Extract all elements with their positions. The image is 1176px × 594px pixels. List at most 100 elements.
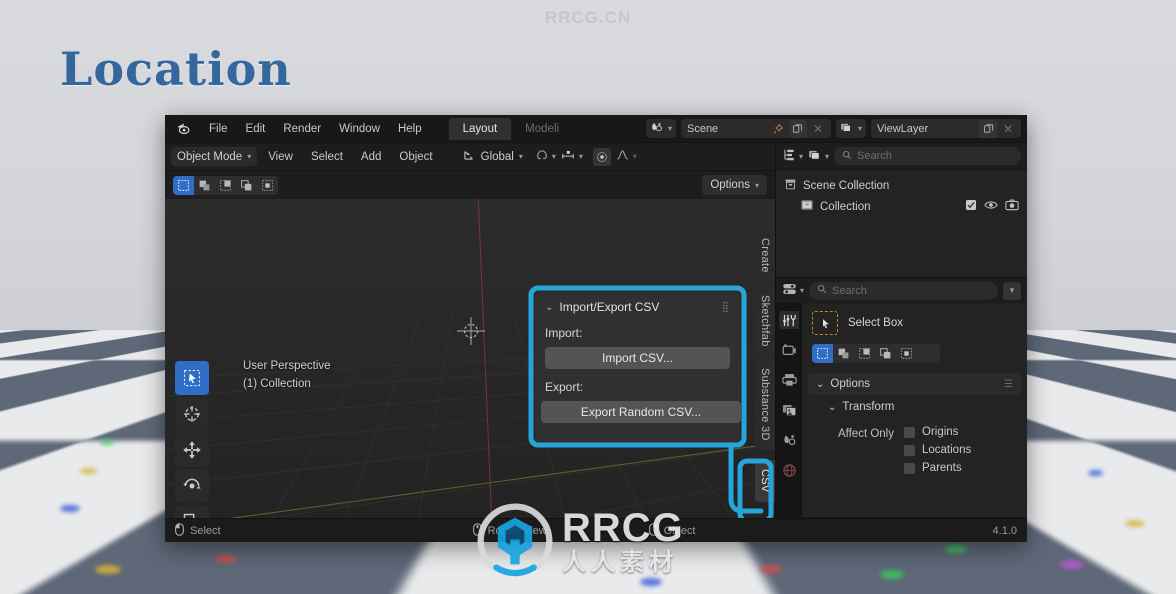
select-box-dashed-icon[interactable] [812,311,838,335]
properties-tab-viewlayer[interactable] [779,401,799,419]
chevron-down-icon: ▾ [667,124,672,133]
affect-only-parents[interactable]: Parents [904,462,971,474]
chevron-down-icon[interactable]: ▾ [519,152,523,161]
menu-window[interactable]: Window [330,120,389,138]
properties-editor-icon[interactable] [782,282,797,299]
checkbox-checked-icon[interactable] [965,199,977,214]
export-random-csv-button[interactable]: Export Random CSV... [541,401,741,423]
options-section-header[interactable]: ⌄ Options ☰ [808,373,1021,395]
copy-icon[interactable] [979,119,997,138]
viewport-canvas[interactable]: User Perspective (1) Collection Create S… [165,199,775,518]
orientation-value[interactable]: Global [481,151,514,163]
outliner-row-scene-collection[interactable]: Scene Collection [776,176,1027,196]
blender-logo-icon[interactable] [176,121,191,136]
properties-select-mode-group[interactable] [812,344,940,363]
prop-select-mode-extend[interactable] [833,344,854,363]
properties-tab-scene[interactable] [779,431,799,449]
scene-selector[interactable]: ▾ [645,119,676,138]
menu-file[interactable]: File [200,120,237,138]
menu-help[interactable]: Help [389,120,431,138]
affect-only-label: Affect Only [837,428,894,440]
chevron-down-icon[interactable]: ▾ [799,152,803,161]
object-mode-dropdown[interactable]: Object Mode ▾ [171,147,258,166]
tool-cursor[interactable] [175,397,209,431]
menu-render[interactable]: Render [274,120,330,138]
chevron-down-icon[interactable]: ▾ [633,152,637,161]
menu-edit[interactable]: Edit [237,120,275,138]
viewlayer-name-field[interactable]: ViewLayer ✕ [871,119,1021,138]
csv-panel-header[interactable]: ⌄ Import/Export CSV ⣿ [545,300,730,314]
grip-icon[interactable]: ☰ [1004,379,1013,390]
floor-speck [945,545,967,553]
eye-icon[interactable] [984,199,998,214]
select-mode-intersect[interactable] [257,176,278,195]
select-mode-group[interactable] [173,175,278,195]
checkbox-icon[interactable] [904,426,915,438]
properties-tab-render[interactable] [779,341,799,359]
chevron-down-icon[interactable]: ▾ [825,152,829,161]
select-mode-invert[interactable] [236,176,257,195]
properties-tab-output[interactable] [779,371,799,389]
select-mode-extend[interactable] [194,176,215,195]
properties-tab-tool[interactable] [779,311,799,329]
viewport-options-label: Options [710,179,750,191]
outliner-search-placeholder: Search [857,150,892,162]
import-csv-button[interactable]: Import CSV... [545,347,730,369]
viewport-options-dropdown[interactable]: Options ▾ [702,175,767,195]
select-mode-new[interactable] [173,175,194,195]
scene-name-field[interactable]: Scene ✕ [680,119,831,138]
tool-rotate[interactable] [175,469,209,503]
chevron-down-icon[interactable]: ▾ [552,152,556,161]
prop-select-mode-intersect[interactable] [896,344,917,363]
viewport-menu-add[interactable]: Add [354,148,388,166]
transform-subsection-header[interactable]: ⌄ Transform [808,396,1021,418]
select-mode-subtract[interactable] [215,176,236,195]
close-icon[interactable]: ✕ [809,120,827,138]
viewport-menu-object[interactable]: Object [392,148,439,166]
ntab-create[interactable]: Create [755,229,775,282]
ntab-csv[interactable]: CSV [755,460,775,502]
viewlayer-selector[interactable]: ▾ [835,119,866,138]
outliner-display-icon[interactable] [782,148,796,165]
copy-icon[interactable] [788,119,807,138]
scene-collection-icon [784,178,797,194]
workspace-tab-modeling[interactable]: Modeli [511,118,573,140]
chevron-down-icon[interactable]: ▾ [800,286,804,295]
properties-search-input[interactable]: Search [809,281,998,300]
checkbox-icon[interactable] [904,462,915,474]
chevron-down-icon[interactable]: ▾ [579,152,583,161]
snap-increment-icon[interactable] [560,148,576,165]
viewport-menu-view[interactable]: View [261,148,300,166]
ntab-sketchfab[interactable]: Sketchfab [755,285,775,356]
chevron-down-icon[interactable]: ⌄ [545,302,553,313]
affect-only-locations-label: Locations [922,444,972,456]
tool-select-box[interactable] [175,361,209,395]
prop-select-mode-invert[interactable] [875,344,896,363]
workspace-tab-layout[interactable]: Layout [448,117,512,140]
viewlayer-icon [840,121,853,137]
page-title: Location [60,42,292,96]
drag-grip-icon[interactable]: ⣿ [722,302,730,313]
tool-move[interactable] [175,433,209,467]
viewport-menu-select[interactable]: Select [304,148,350,166]
properties-tab-world[interactable] [779,461,799,479]
snap-magnet-icon[interactable] [535,148,549,165]
pin-icon[interactable] [769,120,787,138]
proportional-edit-icon[interactable] [592,147,611,166]
affect-only-locations[interactable]: Locations [904,444,971,456]
ntab-substance-3d[interactable]: Substance 3D [755,359,775,451]
close-icon[interactable]: ✕ [999,120,1017,138]
affect-only-origins[interactable]: Origins [904,426,971,438]
checkbox-icon[interactable] [904,444,915,456]
outliner-search-input[interactable]: Search [834,147,1021,165]
properties-filter-dropdown[interactable]: ▾ [1003,281,1021,300]
prop-select-mode-new[interactable] [812,344,833,363]
prop-select-mode-subtract[interactable] [854,344,875,363]
camera-icon[interactable] [1005,199,1019,214]
object-mode-label: Object Mode [177,150,243,163]
csv-panel-title: Import/Export CSV [559,300,660,314]
outliner-row-collection[interactable]: Collection [776,196,1027,217]
filter-icon[interactable] [808,148,822,165]
tool-scale[interactable] [175,505,209,518]
falloff-curve-icon[interactable] [615,148,630,165]
